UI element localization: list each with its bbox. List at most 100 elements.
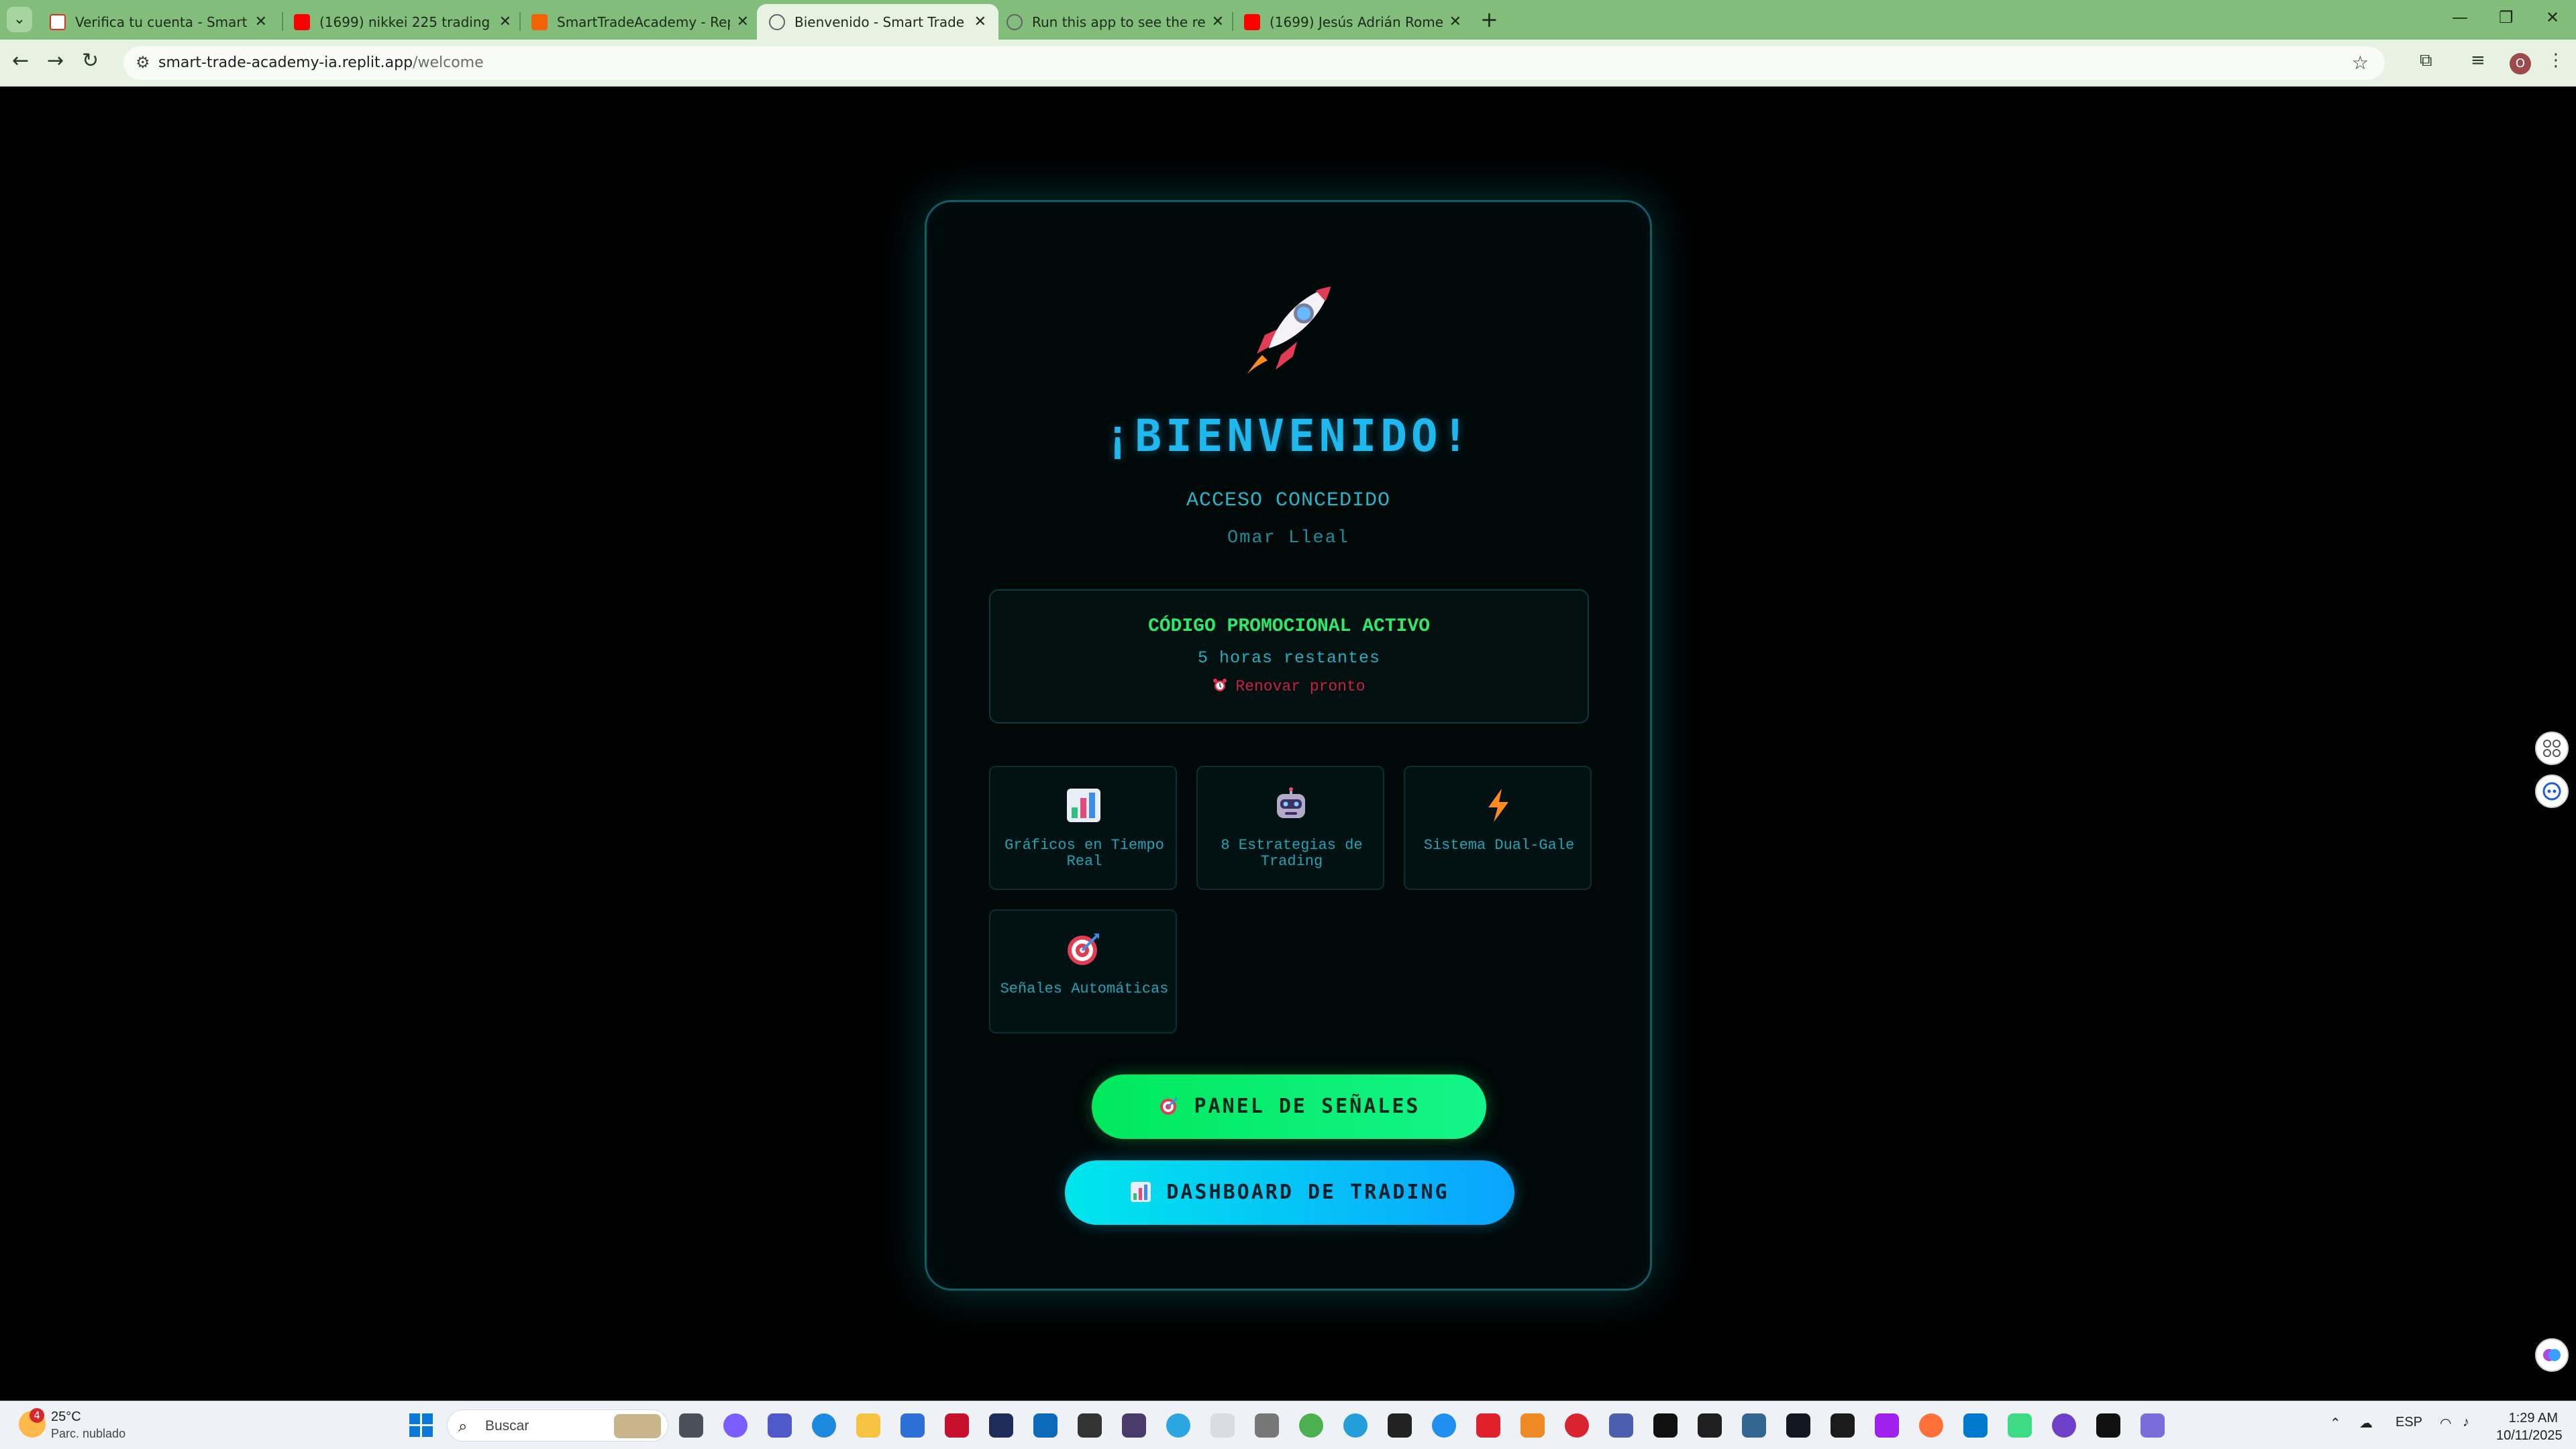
close-icon[interactable]: ✕ [255, 13, 267, 30]
wps-icon[interactable] [1476, 1413, 1500, 1438]
clock-date: 10/11/2025 [2496, 1428, 2563, 1443]
firefox-icon[interactable] [1919, 1413, 1943, 1438]
app-icon-3[interactable] [1122, 1413, 1146, 1438]
tab-run-app[interactable]: Run this app to see the results ✕ [994, 4, 1236, 40]
feature-label: 8 Estrategias de Trading [1221, 837, 1363, 870]
lightning-icon [1488, 789, 1508, 822]
youtube-icon [294, 13, 310, 30]
task-view-icon[interactable] [679, 1413, 703, 1438]
restore-button[interactable]: ❐ [2499, 8, 2514, 27]
tab-title: Verifica tu cuenta - Smart Trade [75, 13, 248, 30]
xampp-icon[interactable] [1521, 1413, 1545, 1438]
floating-ai-button[interactable] [2535, 1338, 2569, 1372]
tab-replit[interactable]: SmartTradeAcademy - Replit ✕ [519, 4, 761, 40]
app-icon-12[interactable] [2096, 1413, 2120, 1438]
tab-youtube-music[interactable]: (1699) Jesús Adrián Romero ✕ [1232, 4, 1474, 40]
volume-icon[interactable]: ♪ [2463, 1415, 2469, 1430]
app-icon-4[interactable] [1166, 1413, 1190, 1438]
reload-button[interactable]: ↻ [82, 49, 99, 72]
new-tab-button[interactable]: + [1480, 7, 1498, 32]
app-icon-2[interactable] [1078, 1413, 1102, 1438]
weather-desc[interactable]: Parc. nublado [51, 1427, 125, 1441]
tab-title: Bienvenido - Smart Trade Acad [794, 13, 968, 30]
tab-search-button[interactable]: ⌄ [7, 7, 32, 32]
postgres-icon[interactable] [1742, 1413, 1766, 1438]
back-button[interactable]: ← [12, 49, 29, 72]
tab-title: Run this app to see the results [1032, 13, 1205, 30]
cursor-icon[interactable] [1831, 1413, 1855, 1438]
bar-chart-icon [1131, 1182, 1151, 1202]
android-icon[interactable] [2008, 1413, 2032, 1438]
promo-title: CÓDIGO PROMOCIONAL ACTIVO [1147, 616, 1431, 637]
robot-icon [1277, 787, 1305, 818]
trading-dashboard-button[interactable]: DASHBOARD DE TRADING [1065, 1160, 1514, 1225]
telegram-icon[interactable] [1343, 1413, 1368, 1438]
terminal-icon[interactable] [1388, 1413, 1412, 1438]
github-icon[interactable] [2052, 1413, 2076, 1438]
menu-kebab-icon[interactable]: ⋮ [2547, 50, 2565, 70]
floating-apps-button[interactable] [2535, 732, 2569, 765]
start-button[interactable] [409, 1413, 433, 1438]
app-icon-7[interactable] [1565, 1413, 1589, 1438]
weather-temp[interactable]: 25°C [51, 1409, 81, 1425]
taskbar-search[interactable]: ⌕ Buscar [447, 1409, 668, 1442]
app-icon-9[interactable] [1653, 1413, 1678, 1438]
floating-assistant-button[interactable] [2535, 775, 2569, 808]
mcafee-icon[interactable] [945, 1413, 969, 1438]
app-icon-10[interactable] [1698, 1413, 1722, 1438]
tray-overflow-icon[interactable]: ⌃ [2330, 1415, 2341, 1432]
clock[interactable]: 1:29 AM 10/11/2025 [2496, 1409, 2563, 1444]
welcome-card: ¡BIENVENIDO! ACCESO CONCEDIDO Omar Lleal… [925, 200, 1652, 1291]
address-bar[interactable]: ⚙ smart-trade-academy-ia.replit.app/welc… [123, 46, 2385, 80]
app-icon-11[interactable] [1875, 1413, 1899, 1438]
globe-icon [1007, 13, 1023, 30]
forward-button[interactable]: → [47, 49, 64, 72]
vscode-icon[interactable] [1963, 1413, 1988, 1438]
tradingview-icon[interactable] [1786, 1413, 1810, 1438]
file-explorer-icon[interactable] [856, 1413, 880, 1438]
app-icon-6[interactable] [1432, 1413, 1456, 1438]
calculator-icon[interactable] [1255, 1413, 1279, 1438]
welcome-title: ¡BIENVENIDO! [1104, 410, 1473, 462]
tab-strip: ⌄ Verifica tu cuenta - Smart Trade ✕ (16… [0, 0, 2576, 40]
site-info-icon[interactable]: ⚙ [136, 53, 150, 72]
language-indicator[interactable]: ESP [2395, 1415, 2422, 1430]
extensions-icon[interactable]: ⧉ [2420, 50, 2432, 71]
copilot-icon[interactable] [723, 1413, 748, 1438]
teams-icon[interactable] [768, 1413, 792, 1438]
media-control-icon[interactable]: ≡ [2471, 50, 2485, 70]
store-icon[interactable] [900, 1413, 925, 1438]
tab-title: SmartTradeAcademy - Replit [557, 13, 730, 30]
close-icon[interactable]: ✕ [1212, 13, 1224, 30]
url-text[interactable]: smart-trade-academy-ia.replit.app/welcom… [158, 54, 484, 71]
app-icon-1[interactable] [1033, 1413, 1058, 1438]
tab-verifica[interactable]: Verifica tu cuenta - Smart Trade ✕ [38, 4, 279, 40]
word-icon[interactable] [989, 1413, 1013, 1438]
assistant-icon [2542, 782, 2561, 801]
close-icon[interactable]: ✕ [737, 13, 749, 30]
close-window-button[interactable]: ✕ [2546, 8, 2559, 27]
close-icon[interactable]: ✕ [974, 13, 986, 30]
app-icon-8[interactable] [1609, 1413, 1633, 1438]
bookmark-star-icon[interactable]: ☆ [2352, 52, 2369, 74]
close-icon[interactable]: ✕ [499, 13, 511, 30]
feature-label: Sistema Dual-Gale [1423, 837, 1575, 854]
edge-icon[interactable] [812, 1413, 836, 1438]
close-icon[interactable]: ✕ [1449, 13, 1461, 30]
wifi-icon[interactable]: ◠ [2440, 1415, 2451, 1432]
tab-nikkei[interactable]: (1699) nikkei 225 trading strate ✕ [282, 4, 523, 40]
onedrive-icon[interactable]: ☁ [2359, 1415, 2373, 1432]
profile-avatar[interactable]: O [2510, 53, 2531, 74]
rocket-icon [1247, 287, 1331, 374]
tab-bienvenido[interactable]: Bienvenido - Smart Trade Acad ✕ [757, 4, 998, 40]
browser-toolbar: ← → ↻ ⚙ smart-trade-academy-ia.replit.ap… [0, 40, 2576, 87]
chrome-icon[interactable] [1299, 1413, 1323, 1438]
brain-icon [2543, 1349, 2561, 1361]
clock-time: 1:29 AM [2508, 1411, 2558, 1426]
minimize-button[interactable]: — [2452, 8, 2468, 27]
page-viewport: ¡BIENVENIDO! ACCESO CONCEDIDO Omar Lleal… [0, 87, 2576, 1401]
app-icon-5[interactable] [1210, 1413, 1235, 1438]
signals-panel-button[interactable]: PANEL DE SEÑALES [1092, 1075, 1486, 1139]
app-icon-13[interactable] [2141, 1413, 2165, 1438]
feature-label: Gráficos en Tiempo Real [1004, 837, 1164, 870]
